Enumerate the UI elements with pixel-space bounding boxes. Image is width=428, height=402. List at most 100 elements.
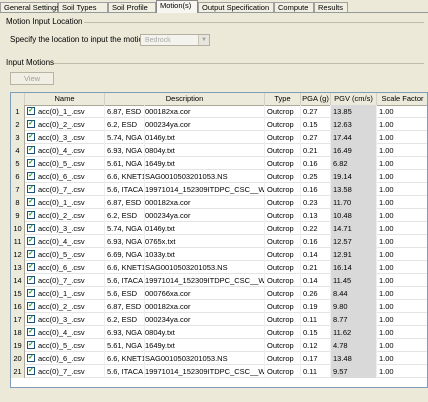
view-button[interactable]: View bbox=[10, 72, 54, 85]
motion-scale-factor-cell[interactable]: 1.00 bbox=[377, 209, 427, 222]
column-header-type[interactable]: Type bbox=[265, 93, 301, 105]
tab-general-settings[interactable]: General Settings bbox=[0, 2, 60, 12]
checkbox-checked-icon[interactable]: ✓ bbox=[27, 172, 35, 180]
motion-scale-factor-cell[interactable]: 1.00 bbox=[377, 170, 427, 183]
row-number: 1 bbox=[15, 107, 20, 116]
motion-scale-factor-cell[interactable]: 1.00 bbox=[377, 326, 427, 339]
table-row[interactable]: 21 ✓ acc(0)_7_.csv 5.6, ITACA 19971014_15230… bbox=[11, 365, 427, 378]
motion-scale-factor-cell[interactable]: 1.00 bbox=[377, 157, 427, 170]
checkbox-checked-icon[interactable]: ✓ bbox=[27, 328, 35, 336]
table-row[interactable]: 12 ✓ acc(0)_5_.csv 6.69, NGA 1033y.txt Outcro… bbox=[11, 248, 427, 261]
table-row[interactable]: 6 ✓ acc(0)_6_.csv 6.6, KNET1 SAG001050320105… bbox=[11, 170, 427, 183]
motion-scale-factor-cell[interactable]: 1.00 bbox=[377, 365, 427, 378]
motion-scale-factor-cell[interactable]: 1.00 bbox=[377, 248, 427, 261]
checkbox-checked-icon[interactable]: ✓ bbox=[27, 302, 35, 310]
table-row[interactable]: 5 ✓ acc(0)_5_.csv 5.61, NGA 1649y.txt Outcrop… bbox=[11, 157, 427, 170]
table-row[interactable]: 10 ✓ acc(0)_3_.csv 5.74, NGA 0146y.txt Outcro… bbox=[11, 222, 427, 235]
checkbox-checked-icon[interactable]: ✓ bbox=[27, 354, 35, 362]
checkbox-checked-icon[interactable]: ✓ bbox=[27, 198, 35, 206]
motion-type: Outcrop bbox=[267, 276, 294, 285]
tab-soil-profile[interactable]: Soil Profile bbox=[108, 2, 156, 12]
motion-scale-factor-cell[interactable]: 1.00 bbox=[377, 144, 427, 157]
motion-scale-factor-cell[interactable]: 1.00 bbox=[377, 105, 427, 118]
row-number: 14 bbox=[13, 276, 22, 285]
table-row[interactable]: 1 ✓ acc(0)_1_.csv 6.87, ESD 000182xa.cor Outc… bbox=[11, 105, 427, 118]
column-header-name[interactable]: Name bbox=[25, 93, 105, 105]
table-row[interactable]: 13 ✓ acc(0)_6_.csv 6.6, KNET1 SAG00105032010… bbox=[11, 261, 427, 274]
column-header-description[interactable]: Description bbox=[105, 93, 265, 105]
motion-pga-cell: 0.22 bbox=[301, 222, 331, 235]
checkbox-checked-icon[interactable]: ✓ bbox=[27, 159, 35, 167]
checkbox-checked-icon[interactable]: ✓ bbox=[27, 315, 35, 323]
motion-scale-factor-cell[interactable]: 1.00 bbox=[377, 261, 427, 274]
motion-type: Outcrop bbox=[267, 341, 294, 350]
motion-scale-factor-cell[interactable]: 1.00 bbox=[377, 183, 427, 196]
checkbox-checked-icon[interactable]: ✓ bbox=[27, 341, 35, 349]
tab-motions[interactable]: Motion(s) bbox=[156, 0, 198, 13]
motion-scale-factor-cell[interactable]: 1.00 bbox=[377, 118, 427, 131]
table-row[interactable]: 8 ✓ acc(0)_1_.csv 6.87, ESD 000182xa.cor Outc… bbox=[11, 196, 427, 209]
table-row[interactable]: 14 ✓ acc(0)_7_.csv 5.6, ITACA 19971014_15230… bbox=[11, 274, 427, 287]
motion-description-cell: 6.2, ESD bbox=[105, 118, 145, 131]
table-row[interactable]: 19 ✓ acc(0)_5_.csv 5.61, NGA 1649y.txt Outcro… bbox=[11, 339, 427, 352]
checkbox-checked-icon[interactable]: ✓ bbox=[27, 367, 35, 375]
table-row[interactable]: 3 ✓ acc(0)_3_.csv 5.74, NGA 0146y.txt Outcrop… bbox=[11, 131, 427, 144]
motion-name-cell: ✓ acc(0)_5_.csv bbox=[25, 248, 105, 261]
checkbox-checked-icon[interactable]: ✓ bbox=[27, 133, 35, 141]
motion-description-cell: 5.6, ITACA bbox=[105, 183, 145, 196]
motion-scale-factor-cell[interactable]: 1.00 bbox=[377, 274, 427, 287]
table-row[interactable]: 2 ✓ acc(0)_2_.csv 6.2, ESD 000234ya.cor Outcr… bbox=[11, 118, 427, 131]
table-row[interactable]: 7 ✓ acc(0)_7_.csv 5.6, ITACA 19971014_152309… bbox=[11, 183, 427, 196]
checkbox-checked-icon[interactable]: ✓ bbox=[27, 237, 35, 245]
table-row[interactable]: 17 ✓ acc(0)_3_.csv 6.2, ESD 000234ya.cor Outc… bbox=[11, 313, 427, 326]
motion-pga: 0.17 bbox=[303, 354, 318, 363]
motion-scale-factor-cell[interactable]: 1.00 bbox=[377, 131, 427, 144]
table-row[interactable]: 9 ✓ acc(0)_2_.csv 6.2, ESD 000234ya.cor Outcr… bbox=[11, 209, 427, 222]
column-header-pgv[interactable]: PGV (cm/s) bbox=[331, 93, 377, 105]
table-row[interactable]: 20 ✓ acc(0)_6_.csv 6.6, KNET1 SAG00105032010… bbox=[11, 352, 427, 365]
motion-pgv-cell: 17.44 bbox=[331, 131, 377, 144]
table-row[interactable]: 16 ✓ acc(0)_2_.csv 6.87, ESD 000182xa.cor Out… bbox=[11, 300, 427, 313]
table-row[interactable]: 15 ✓ acc(0)_1_.csv 5.6, ESD 000766xa.cor Outc… bbox=[11, 287, 427, 300]
row-number: 21 bbox=[13, 367, 22, 376]
motion-file: 000234ya.cor bbox=[145, 120, 191, 129]
table-row[interactable]: 11 ✓ acc(0)_4_.csv 6.93, NGA 0765x.txt Outcro… bbox=[11, 235, 427, 248]
motion-scale-factor-cell[interactable]: 1.00 bbox=[377, 300, 427, 313]
motion-scale-factor-cell[interactable]: 1.00 bbox=[377, 222, 427, 235]
tab-soil-types[interactable]: Soil Types bbox=[58, 2, 108, 12]
checkbox-checked-icon[interactable]: ✓ bbox=[27, 185, 35, 193]
motion-scale-factor-cell[interactable]: 1.00 bbox=[377, 313, 427, 326]
motion-scale-factor-cell[interactable]: 1.00 bbox=[377, 339, 427, 352]
motion-pgv-cell: 12.57 bbox=[331, 235, 377, 248]
motion-file: 000766xa.cor bbox=[145, 289, 191, 298]
table-row[interactable]: 18 ✓ acc(0)_4_.csv 6.93, NGA 0804y.txt Outcro… bbox=[11, 326, 427, 339]
row-number-cell: 6 bbox=[11, 170, 25, 183]
motion-type-cell: Outcrop bbox=[265, 326, 301, 339]
checkbox-checked-icon[interactable]: ✓ bbox=[27, 211, 35, 219]
row-number-cell: 4 bbox=[11, 144, 25, 157]
checkbox-checked-icon[interactable]: ✓ bbox=[27, 107, 35, 115]
tab-output-specification[interactable]: Output Specification bbox=[198, 2, 274, 12]
checkbox-checked-icon[interactable]: ✓ bbox=[27, 276, 35, 284]
chevron-down-icon[interactable]: ▼ bbox=[198, 35, 209, 45]
motion-scale-factor-cell[interactable]: 1.00 bbox=[377, 196, 427, 209]
checkbox-checked-icon[interactable]: ✓ bbox=[27, 146, 35, 154]
motion-type-cell: Outcrop bbox=[265, 157, 301, 170]
table-row[interactable]: 4 ✓ acc(0)_4_.csv 6.93, NGA 0804y.txt Outcrop… bbox=[11, 144, 427, 157]
motion-scale-factor-cell[interactable]: 1.00 bbox=[377, 287, 427, 300]
motion-type: Outcrop bbox=[267, 133, 294, 142]
checkbox-checked-icon[interactable]: ✓ bbox=[27, 224, 35, 232]
checkbox-checked-icon[interactable]: ✓ bbox=[27, 250, 35, 258]
column-header-pga[interactable]: PGA (g) bbox=[301, 93, 331, 105]
tab-compute[interactable]: Compute bbox=[274, 2, 314, 12]
column-header-scale-factor[interactable]: Scale Factor bbox=[377, 93, 427, 105]
tab-results[interactable]: Results bbox=[314, 2, 348, 12]
location-select[interactable]: Bedrock ▼ bbox=[140, 34, 210, 46]
motion-type: Outcrop bbox=[267, 172, 294, 181]
motion-pgv-cell: 6.82 bbox=[331, 157, 377, 170]
checkbox-checked-icon[interactable]: ✓ bbox=[27, 263, 35, 271]
motion-scale-factor-cell[interactable]: 1.00 bbox=[377, 235, 427, 248]
motion-scale-factor-cell[interactable]: 1.00 bbox=[377, 352, 427, 365]
checkbox-checked-icon[interactable]: ✓ bbox=[27, 120, 35, 128]
checkbox-checked-icon[interactable]: ✓ bbox=[27, 289, 35, 297]
